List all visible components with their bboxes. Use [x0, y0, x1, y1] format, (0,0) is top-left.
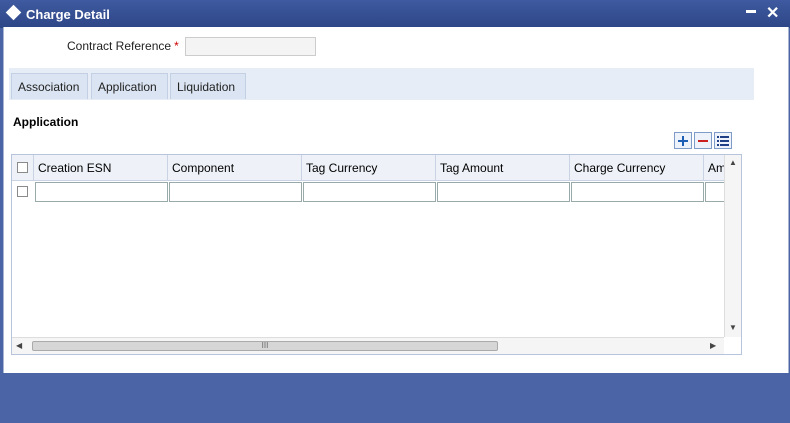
header-component[interactable]: Component [168, 155, 302, 180]
select-all-cell [12, 155, 34, 180]
charge-currency-input[interactable] [571, 182, 704, 202]
select-all-checkbox[interactable] [17, 162, 28, 173]
list-icon [717, 136, 729, 146]
window-title: Charge Detail [26, 7, 110, 22]
title-bar: Charge Detail ▬ ✕ [0, 0, 790, 28]
charge-detail-window: Charge Detail ▬ ✕ Contract Reference * As… [0, 0, 790, 423]
close-icon[interactable]: ✕ [766, 3, 779, 23]
required-marker: * [174, 39, 179, 53]
header-creation-esn[interactable]: Creation ESN [34, 155, 168, 180]
tag-currency-input[interactable] [303, 182, 436, 202]
header-amount[interactable]: Am [704, 155, 724, 180]
table-row [12, 181, 724, 203]
scroll-right-icon[interactable]: ▶ [710, 341, 716, 350]
contract-reference-label: Contract Reference * [67, 39, 179, 53]
plus-icon [678, 136, 688, 146]
header-tag-amount[interactable]: Tag Amount [436, 155, 570, 180]
scroll-up-icon[interactable]: ▲ [729, 158, 737, 167]
add-row-button[interactable] [674, 132, 692, 149]
dialog-content: Contract Reference * Association Applicat… [3, 27, 789, 373]
creation-esn-input[interactable] [35, 182, 168, 202]
tab-association[interactable]: Association [11, 73, 88, 99]
diamond-icon [5, 4, 22, 21]
minus-icon [698, 140, 708, 142]
scroll-left-icon[interactable]: ◀ [16, 341, 22, 350]
tab-liquidation[interactable]: Liquidation [170, 73, 246, 99]
contract-reference-input[interactable] [185, 37, 316, 56]
header-tag-currency[interactable]: Tag Currency [302, 155, 436, 180]
delete-row-button[interactable] [694, 132, 712, 149]
tab-strip: Association Application Liquidation [9, 68, 754, 100]
horizontal-scrollbar[interactable]: ◀ III ▶ [12, 337, 724, 354]
minimize-icon[interactable]: ▬ [746, 5, 756, 16]
component-input[interactable] [169, 182, 302, 202]
horizontal-scroll-thumb[interactable]: III [32, 341, 498, 351]
grid-header: Creation ESN Component Tag Currency Tag … [12, 155, 724, 181]
application-grid: Creation ESN Component Tag Currency Tag … [11, 154, 742, 355]
section-title: Application [13, 115, 79, 129]
single-view-button[interactable] [714, 132, 732, 149]
tab-application[interactable]: Application [91, 73, 168, 99]
row-checkbox[interactable] [17, 186, 28, 197]
scroll-down-icon[interactable]: ▼ [729, 323, 737, 332]
tag-amount-input[interactable] [437, 182, 570, 202]
amount-input[interactable] [705, 182, 724, 202]
header-charge-currency[interactable]: Charge Currency [570, 155, 704, 180]
vertical-scrollbar[interactable]: ▲ ▼ [724, 155, 741, 337]
